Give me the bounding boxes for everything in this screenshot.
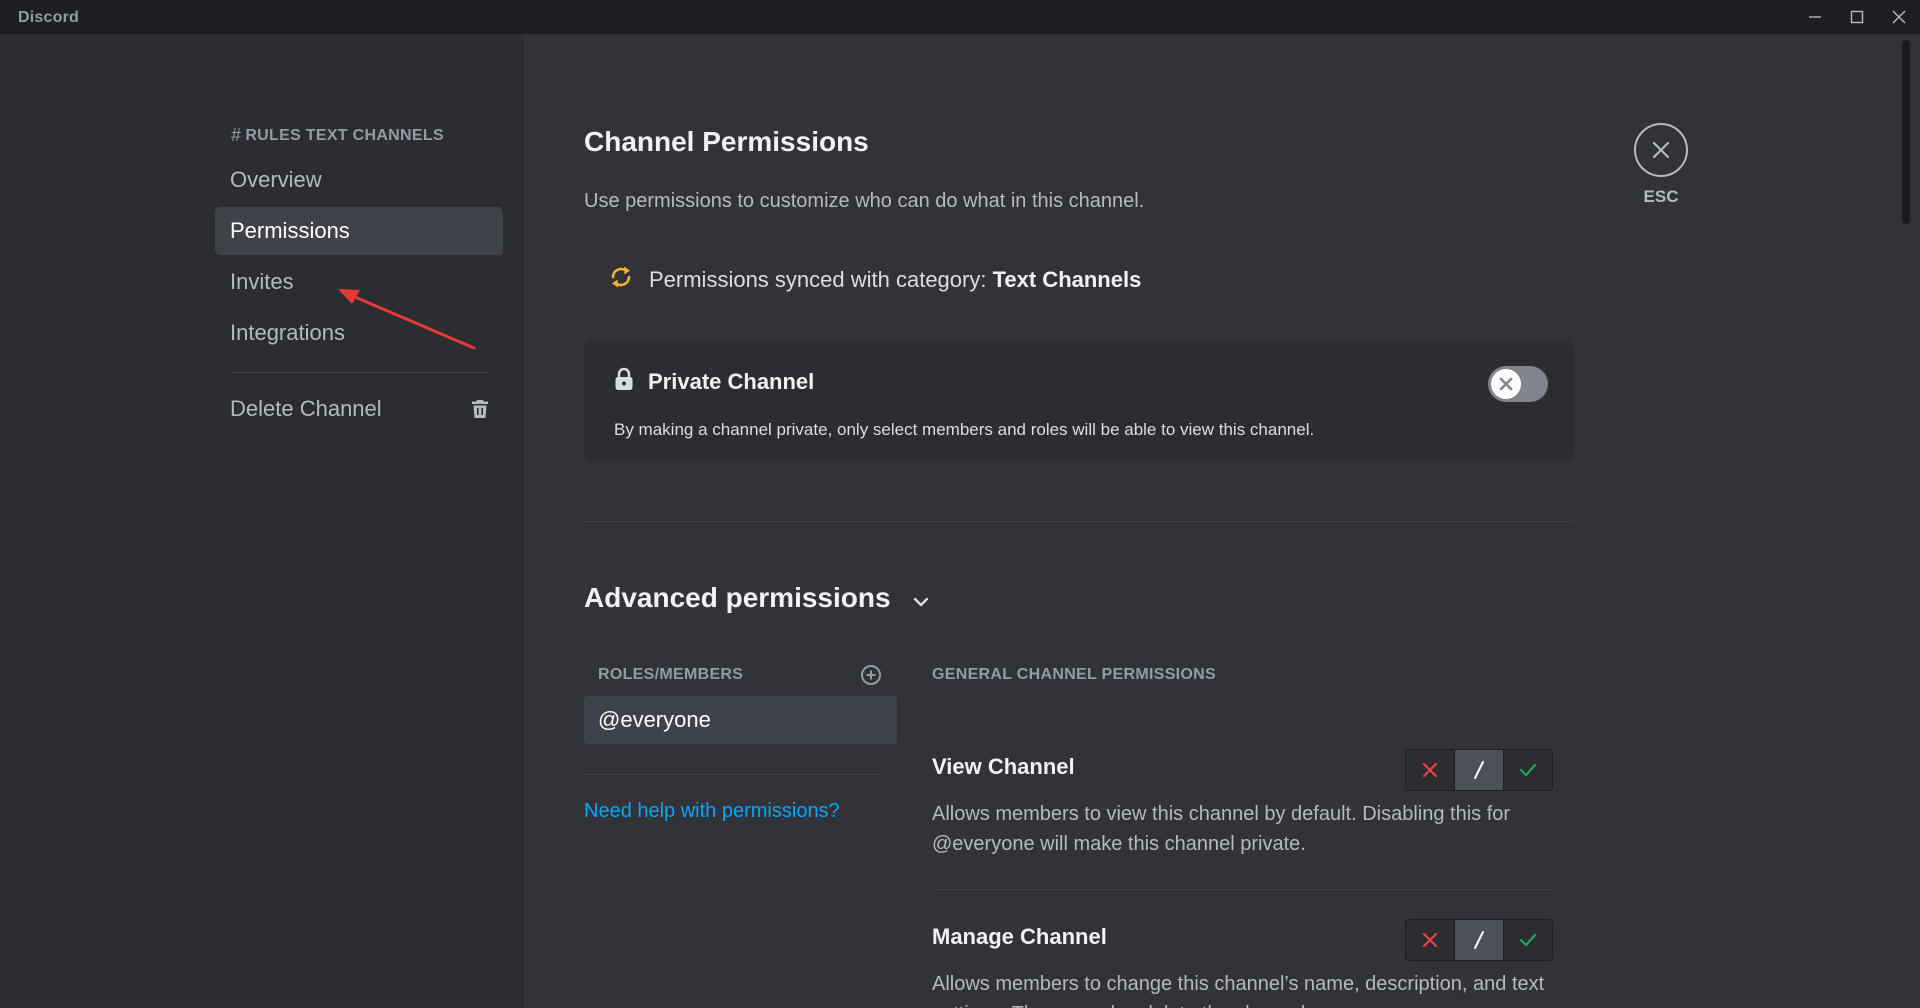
- lock-icon: [614, 367, 634, 397]
- role-item-everyone[interactable]: @everyone: [584, 696, 897, 744]
- maximize-icon: [1850, 10, 1864, 24]
- maximize-button[interactable]: [1836, 0, 1878, 34]
- annotation-arrow-icon: [338, 289, 476, 350]
- hash-icon: #: [231, 125, 242, 145]
- add-circle-icon: [861, 665, 881, 685]
- close-icon: [1634, 123, 1688, 177]
- sync-status: Permissions synced with category: Text C…: [609, 264, 1141, 296]
- page-description: Use permissions to customize who can do …: [584, 190, 1145, 212]
- private-channel-toggle[interactable]: [1488, 366, 1548, 402]
- sidebar-heading-label: RULES TEXT CHANNELS: [245, 126, 444, 144]
- sync-icon: [609, 264, 633, 296]
- deny-icon: [1422, 762, 1438, 778]
- scrollbar[interactable]: [1900, 40, 1912, 1002]
- toggle-knob: [1491, 369, 1521, 399]
- minimize-icon: [1809, 16, 1821, 18]
- sidebar-heading: # RULES TEXT CHANNELS: [231, 125, 444, 146]
- deny-button[interactable]: [1406, 920, 1454, 960]
- permission-description: Allows members to view this channel by d…: [932, 803, 1511, 855]
- sync-category: Text Channels: [992, 267, 1142, 292]
- sidebar-item-label: Overview: [230, 167, 322, 192]
- add-role-button[interactable]: [860, 664, 882, 691]
- permission-toggle-group: [1405, 919, 1553, 961]
- permission-description: Allows members to change this channel’s …: [932, 973, 1545, 1008]
- sidebar-item-permissions[interactable]: Permissions: [215, 207, 503, 255]
- allow-button[interactable]: [1504, 920, 1552, 960]
- sidebar-divider: [230, 372, 488, 373]
- permission-name: View Channel: [932, 754, 1075, 779]
- section-divider: [584, 521, 1574, 522]
- delete-channel-button[interactable]: Delete Channel: [215, 385, 503, 433]
- advanced-permissions-header[interactable]: Advanced permissions: [584, 582, 929, 614]
- allow-button[interactable]: [1504, 750, 1552, 790]
- advanced-permissions-title: Advanced permissions: [584, 582, 891, 613]
- app-title: Discord: [18, 9, 79, 26]
- private-channel-label: Private Channel: [648, 369, 815, 394]
- roles-divider: [584, 774, 882, 775]
- esc-label: ESC: [1643, 187, 1679, 206]
- permission-toggle-group: [1405, 749, 1553, 791]
- title-bar: Discord: [0, 0, 1920, 34]
- close-window-icon: [1892, 10, 1906, 24]
- general-permissions-label: GENERAL CHANNEL PERMISSIONS: [932, 666, 1216, 683]
- neutral-button[interactable]: [1454, 750, 1504, 790]
- neutral-slash-icon: [1474, 931, 1484, 949]
- neutral-button[interactable]: [1454, 920, 1504, 960]
- minimize-button[interactable]: [1794, 0, 1836, 34]
- neutral-slash-icon: [1474, 761, 1484, 779]
- delete-channel-label: Delete Channel: [230, 396, 382, 421]
- sidebar-item-label: Integrations: [230, 320, 345, 345]
- roles-members-label: ROLES/MEMBERS: [598, 666, 744, 683]
- scrollbar-thumb[interactable]: [1902, 40, 1910, 224]
- private-channel-title: Private Channel: [614, 367, 814, 397]
- sidebar-item-overview[interactable]: Overview: [215, 156, 503, 204]
- allow-check-icon: [1519, 763, 1537, 777]
- settings-sidebar: # RULES TEXT CHANNELS Overview Permissio…: [0, 34, 524, 1008]
- page-title: Channel Permissions: [584, 126, 869, 157]
- permission-name: Manage Channel: [932, 924, 1107, 949]
- deny-icon: [1422, 932, 1438, 948]
- private-channel-description: By making a channel private, only select…: [614, 420, 1315, 439]
- chevron-down-icon: [913, 582, 929, 614]
- trash-icon: [471, 399, 489, 425]
- permission-divider: [932, 889, 1552, 890]
- close-window-button[interactable]: [1878, 0, 1920, 34]
- close-settings-button[interactable]: ESC: [1634, 123, 1688, 207]
- role-label: @everyone: [598, 707, 711, 732]
- sync-text: Permissions synced with category: Text C…: [649, 267, 1141, 293]
- toggle-off-icon: [1499, 377, 1513, 391]
- permissions-help-link[interactable]: Need help with permissions?: [584, 800, 840, 823]
- sidebar-item-label: Invites: [230, 269, 294, 294]
- allow-check-icon: [1519, 933, 1537, 947]
- deny-button[interactable]: [1406, 750, 1454, 790]
- sync-label: Permissions synced with category:: [649, 267, 987, 292]
- sidebar-item-label: Permissions: [230, 218, 350, 243]
- private-channel-card: Private Channel By making a channel priv…: [584, 341, 1574, 461]
- main-content: Channel Permissions Use permissions to c…: [524, 34, 1920, 1008]
